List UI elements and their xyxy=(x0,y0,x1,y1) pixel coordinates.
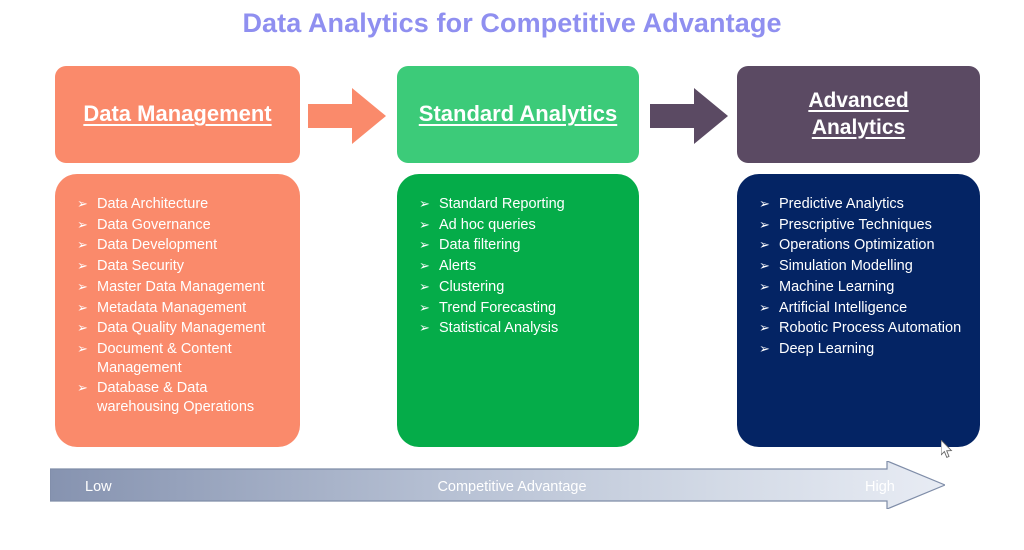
arrow-bullet-icon: ➢ xyxy=(419,299,430,315)
list-item-label: Ad hoc queries xyxy=(439,216,536,233)
spectrum-high-label: High xyxy=(865,479,895,495)
arrow-bullet-icon: ➢ xyxy=(419,216,430,232)
list-item-label: Master Data Management xyxy=(97,278,265,295)
list-item-label: Data Quality Management xyxy=(97,320,266,337)
list-item: ➢ Database & Data warehousing Operations xyxy=(77,379,288,416)
list-item-label: Deep Learning xyxy=(779,340,875,357)
list-item-label: Trend Forecasting xyxy=(439,299,557,316)
arrow-bullet-icon: ➢ xyxy=(77,299,88,315)
list-item: ➢ Robotic Process Automation xyxy=(759,319,968,338)
column-header-label-2: Standard Analytics xyxy=(418,101,618,127)
list-item: ➢ Data Security xyxy=(77,257,288,276)
list-item: ➢ Simulation Modelling xyxy=(759,257,968,276)
list-item: ➢ Master Data Management xyxy=(77,278,288,297)
column-header-standard-analytics: Standard Analytics xyxy=(397,66,639,163)
page-title: Data Analytics for Competitive Advantage xyxy=(242,8,782,38)
column-header-label-1: Data Management xyxy=(83,101,272,127)
list-item: ➢ Data Development xyxy=(77,236,288,255)
arrow-bullet-icon: ➢ xyxy=(77,380,88,396)
column-body-advanced-analytics: ➢ Predictive Analytics ➢ Prescriptive Te… xyxy=(737,174,980,447)
list-item-label: Data Governance xyxy=(97,216,211,233)
list-item: ➢ Predictive Analytics xyxy=(759,195,968,214)
list-item-label: Simulation Modelling xyxy=(779,258,913,275)
list-item-label: Database & Data warehousing Operations xyxy=(97,380,255,416)
list-item-label: Prescriptive Techniques xyxy=(779,216,932,233)
list-item-label: Predictive Analytics xyxy=(779,196,904,212)
arrow-bullet-icon: ➢ xyxy=(759,237,770,253)
arrow-bullet-icon: ➢ xyxy=(759,299,770,315)
column-header-label-3-line1: Advanced xyxy=(808,88,909,112)
arrow-bullet-icon: ➢ xyxy=(77,320,88,336)
column-header-advanced-analytics: Advanced Analytics xyxy=(737,66,980,163)
arrow-bullet-icon: ➢ xyxy=(419,320,430,336)
column-header-data-management: Data Management xyxy=(55,66,300,163)
list-item: ➢ Document & Content Management xyxy=(77,340,288,377)
arrow-bullet-icon: ➢ xyxy=(419,258,430,274)
arrow-bullet-icon: ➢ xyxy=(759,278,770,294)
list-item: ➢ Prescriptive Techniques xyxy=(759,216,968,235)
list-item: ➢ Data filtering xyxy=(419,236,627,255)
list-item-label: Data Architecture xyxy=(97,196,209,212)
arrow-bullet-icon: ➢ xyxy=(759,258,770,274)
list-item: ➢ Standard Reporting xyxy=(419,195,627,214)
column-body-data-management: ➢ Data Architecture ➢ Data Governance ➢ … xyxy=(55,174,300,447)
list-item-label: Data Development xyxy=(97,237,218,254)
list-item-label: Alerts xyxy=(439,258,477,275)
arrow-column2-to-column3-icon xyxy=(650,88,728,144)
list-item: ➢ Metadata Management xyxy=(77,299,288,318)
arrow-bullet-icon: ➢ xyxy=(77,340,88,356)
arrow-bullet-icon: ➢ xyxy=(759,216,770,232)
list-item: ➢ Trend Forecasting xyxy=(419,299,627,318)
list-item: ➢ Artificial Intelligence xyxy=(759,299,968,318)
arrow-column1-to-column2-icon xyxy=(308,88,386,144)
list-item-label: Metadata Management xyxy=(97,299,247,316)
list-item: ➢ Clustering xyxy=(419,278,627,297)
list-item-label: Machine Learning xyxy=(779,278,895,295)
list-item-label: Document & Content Management xyxy=(97,340,232,376)
list-item: ➢ Data Architecture xyxy=(77,195,288,214)
list-item-label: Data filtering xyxy=(439,237,521,254)
list-item: ➢ Alerts xyxy=(419,257,627,276)
arrow-bullet-icon: ➢ xyxy=(759,320,770,336)
column-header-label-3-line2: Analytics xyxy=(811,115,906,139)
list-item-label: Standard Reporting xyxy=(439,196,565,212)
list-item: ➢ Data Quality Management xyxy=(77,319,288,338)
list-item-label: Artificial Intelligence xyxy=(779,299,908,316)
arrow-bullet-icon: ➢ xyxy=(759,196,770,211)
arrow-bullet-icon: ➢ xyxy=(77,216,88,232)
list-item-label: Operations Optimization xyxy=(779,237,935,254)
list-item-label: Robotic Process Automation xyxy=(779,320,962,337)
arrow-bullet-icon: ➢ xyxy=(77,278,88,294)
list-item-label: Clustering xyxy=(439,278,505,295)
list-item: ➢ Machine Learning xyxy=(759,278,968,297)
arrow-bullet-icon: ➢ xyxy=(419,278,430,294)
list-item-label: Data Security xyxy=(97,258,185,275)
list-item: ➢ Operations Optimization xyxy=(759,236,968,255)
arrow-bullet-icon: ➢ xyxy=(419,196,430,211)
arrow-bullet-icon: ➢ xyxy=(759,340,770,356)
list-item: ➢ Statistical Analysis xyxy=(419,319,627,338)
list-item: ➢ Ad hoc queries xyxy=(419,216,627,235)
list-item-label: Statistical Analysis xyxy=(439,320,559,337)
arrow-bullet-icon: ➢ xyxy=(77,237,88,253)
arrow-bullet-icon: ➢ xyxy=(419,237,430,253)
mouse-cursor-icon xyxy=(940,438,953,459)
arrow-bullet-icon: ➢ xyxy=(77,196,88,211)
list-item: ➢ Deep Learning xyxy=(759,340,968,359)
column-body-standard-analytics: ➢ Standard Reporting ➢ Ad hoc queries ➢ … xyxy=(397,174,639,447)
arrow-bullet-icon: ➢ xyxy=(77,258,88,274)
slide-canvas: Data Analytics for Competitive Advantage… xyxy=(0,0,1024,550)
list-item: ➢ Data Governance xyxy=(77,216,288,235)
